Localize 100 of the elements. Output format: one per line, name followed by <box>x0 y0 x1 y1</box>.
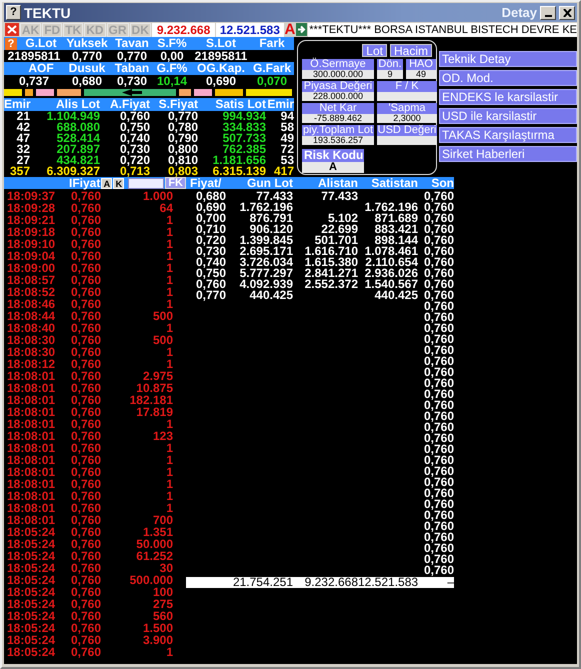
total-cell-text: 6.315.139 <box>212 166 266 177</box>
toggle-button[interactable]: Hacim <box>390 44 432 57</box>
table-cell-text: 1.181.656 <box>212 155 266 166</box>
table-cell-text: 18:08:01 <box>7 429 56 443</box>
table-cell-text: 501.701 <box>314 233 358 247</box>
column-header: Tavan <box>114 37 150 51</box>
table-cell-text: 5.777.297 <box>238 266 293 280</box>
menu-button[interactable]: USD ile karsilastir <box>439 108 577 124</box>
table-cell-text: 0,760 <box>70 597 102 611</box>
table-cell-text: 1 <box>165 453 173 467</box>
close-button[interactable] <box>559 6 575 20</box>
total-cell-text: – <box>447 577 454 588</box>
field-value: 9 <box>377 70 403 79</box>
filter-button[interactable]: A <box>101 178 112 188</box>
table-cell-text: 2.975 <box>142 369 173 383</box>
field-label: 'Sapma <box>377 103 437 114</box>
arrow-icon[interactable] <box>296 23 308 36</box>
table-cell-text: 1 <box>165 465 173 479</box>
table-cell-text: 1.616.710 <box>304 244 358 258</box>
table-cell-text: 0,760 <box>70 429 102 443</box>
table-cell-text: 440.425 <box>250 288 293 302</box>
table-cell-text: 1 <box>165 297 173 311</box>
table-cell-text: 18:08:01 <box>7 369 56 383</box>
table-cell-text: 18:08:30 <box>7 345 56 359</box>
menu-button[interactable]: Teknik Detay <box>439 51 577 67</box>
table-cell-text: 2.841.271 <box>304 266 358 280</box>
table-cell-text: 0,760 <box>422 189 454 203</box>
table-cell-text: 1.500 <box>142 621 173 635</box>
table-cell-text: 528.414 <box>56 133 100 144</box>
table-cell-text: 18:08:12 <box>7 357 56 371</box>
table-cell-text: 500.000 <box>128 573 173 587</box>
table-cell-text: 1 <box>165 261 173 275</box>
field-label: USD Değeri <box>377 125 437 136</box>
table-cell-text: 0,720 <box>118 155 150 166</box>
table-cell-text: 18:08:44 <box>7 309 56 323</box>
table-cell-text: 77.433 <box>256 189 293 203</box>
table-cell-text: 507.733 <box>222 133 266 144</box>
total-cell-text: 0,803 <box>166 166 198 177</box>
table-cell-text: 1 <box>165 321 173 335</box>
table-cell-text: 21 <box>16 111 30 122</box>
table-cell-text: 500 <box>152 333 173 347</box>
table-cell-text: 3.726.034 <box>238 255 293 269</box>
table-cell-text: 0,760 <box>70 393 102 407</box>
table-cell-text: 0,760 <box>70 525 102 539</box>
menu-button[interactable]: OD. Mod. <box>439 70 577 86</box>
table-cell-text: 1.615.380 <box>304 255 358 269</box>
field-value: 49 <box>406 70 436 79</box>
field-label: Dön. <box>377 59 403 70</box>
filter-field[interactable] <box>128 178 164 188</box>
table-cell-text: 0,760 <box>70 237 102 251</box>
stat-value: 0,690 <box>206 75 236 87</box>
table-cell-text: 18:08:40 <box>7 321 56 335</box>
table-cell-text: 0,680 <box>196 189 226 203</box>
table-cell-text: 2.936.026 <box>364 266 418 280</box>
stat-value: 0,680 <box>70 75 104 87</box>
toggle-button[interactable]: Lot <box>362 44 387 57</box>
table-cell-text: 1 <box>165 249 173 263</box>
filter-button[interactable]: FK <box>165 177 186 189</box>
close-icon[interactable] <box>5 23 19 36</box>
table-cell-text: 2.110.654 <box>364 255 418 269</box>
table-cell-text: 0,810 <box>166 155 198 166</box>
table-cell-text: 2.695.171 <box>238 244 293 258</box>
table-cell-text: 47 <box>16 133 30 144</box>
minimize-button[interactable] <box>540 6 556 20</box>
field-label: Ö.Sermaye <box>302 59 374 70</box>
table-cell-text: 0,760 <box>70 441 102 455</box>
table-cell-text: 18:09:10 <box>7 237 56 251</box>
table-cell-text: 0,740 <box>118 133 150 144</box>
table-cell-text: 434.821 <box>56 155 100 166</box>
menu-button[interactable]: TAKAS Karşılaştırma <box>439 127 577 143</box>
table-cell-text: 18:08:01 <box>7 513 56 527</box>
table-cell-text: 0,760 <box>70 273 102 287</box>
table-cell-text: 100 <box>152 585 173 599</box>
table-cell-text: 1 <box>165 489 173 503</box>
table-cell-text: 0,760 <box>70 345 102 359</box>
table-cell-text: 1 <box>165 357 173 371</box>
table-cell-text: 64 <box>158 201 173 215</box>
field-label: Piyasa Değeri <box>302 81 374 92</box>
table-cell-text: 1 <box>165 237 173 251</box>
table-cell-text: 1.399.845 <box>238 233 293 247</box>
table-cell-text: 2.552.372 <box>304 277 358 291</box>
table-cell-text: 18:05:24 <box>7 585 56 599</box>
column-header: A.Fiyat <box>108 98 150 111</box>
column-header: G.Fark <box>252 62 292 75</box>
table-cell-text: 58 <box>280 122 294 133</box>
menu-button[interactable]: Sirket Haberleri <box>439 146 577 162</box>
menu-button[interactable]: ENDEKS le karsilastir <box>439 89 577 105</box>
news-ticker: ***TEKTU*** BORSA ISTANBUL BISTECH DEVRE KE <box>308 22 577 36</box>
table-cell-text: 18:05:24 <box>7 621 56 635</box>
column-header: S.Fiyat <box>158 98 198 111</box>
help-button[interactable]: ? <box>5 38 17 50</box>
table-cell-text: 500 <box>152 309 173 323</box>
field-value: 228.000.000 <box>302 92 374 101</box>
help-button[interactable]: ? <box>6 5 21 20</box>
stat-value: 0,770 <box>70 50 104 62</box>
field-label: Net Kar <box>302 103 374 114</box>
table-cell-text: 18:09:00 <box>7 261 56 275</box>
filter-button[interactable]: K <box>113 178 124 188</box>
stat-value: 0,070 <box>256 75 288 87</box>
table-cell-text: 0,760 <box>70 537 102 551</box>
